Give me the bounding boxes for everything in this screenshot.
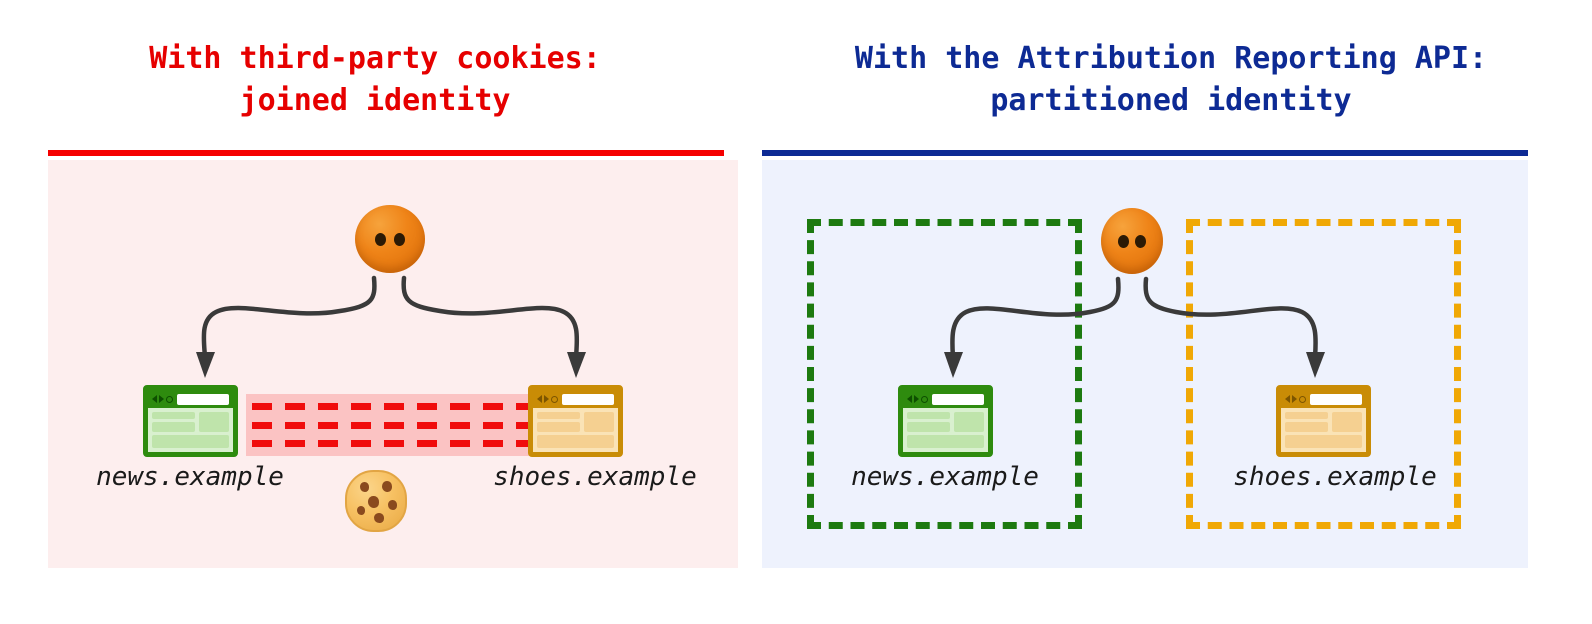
content-block (1285, 412, 1329, 419)
content-col-left (907, 412, 951, 433)
reload-icon[interactable] (551, 395, 558, 403)
content-col-left (152, 412, 196, 433)
browser-url-bar[interactable] (562, 393, 614, 405)
browser-window-shoes-partitioned[interactable] (1276, 385, 1371, 457)
content-block (537, 421, 581, 433)
content-block (1285, 421, 1329, 433)
back-arrow-icon[interactable] (152, 395, 157, 403)
browser-nav-controls (537, 395, 558, 403)
face-eye-right (394, 232, 406, 246)
reload-icon[interactable] (921, 395, 928, 403)
content-row-top (907, 412, 984, 433)
forward-arrow-icon[interactable] (544, 395, 549, 403)
panel-left-title-line1: With third-party cookies: (149, 41, 601, 76)
browser-nav-controls (1285, 395, 1306, 403)
content-col-left (537, 412, 581, 433)
browser-window-news[interactable] (143, 385, 238, 457)
browser-page-content (537, 412, 614, 448)
content-block (152, 421, 196, 433)
site-label-shoes: shoes.example (493, 462, 697, 492)
browser-url-bar[interactable] (1310, 393, 1362, 405)
cookie-icon (345, 470, 407, 532)
back-arrow-icon[interactable] (537, 395, 542, 403)
back-arrow-icon[interactable] (907, 395, 912, 403)
browser-window-news-partitioned[interactable] (898, 385, 993, 457)
browser-titlebar (533, 390, 618, 408)
site-label-news: news.example (96, 462, 284, 492)
site-label-news-partitioned: news.example (851, 462, 1039, 492)
browser-titlebar (1281, 390, 1366, 408)
shared-identity-dash-row (252, 422, 530, 429)
shared-identity-band (246, 394, 536, 456)
site-label-shoes-partitioned: shoes.example (1233, 462, 1437, 492)
cookie-chip (367, 496, 379, 509)
diagram-canvas: With third-party cookies: joined identity (0, 0, 1592, 624)
cookie-chip (387, 499, 397, 510)
content-block (954, 412, 984, 433)
content-block (584, 412, 614, 433)
face-eye-left (374, 232, 386, 246)
browser-titlebar (903, 390, 988, 408)
cookie-chip (373, 512, 384, 523)
cookie-chip (359, 482, 369, 493)
browser-url-bar[interactable] (932, 393, 984, 405)
shared-identity-dash-row (252, 440, 530, 447)
browser-page-content (152, 412, 229, 448)
reload-icon[interactable] (1299, 395, 1306, 403)
forward-arrow-icon[interactable] (159, 395, 164, 403)
content-row-top (537, 412, 614, 433)
content-block (907, 435, 984, 448)
content-col-left (1285, 412, 1329, 433)
browser-titlebar (148, 390, 233, 408)
content-row-top (1285, 412, 1362, 433)
browser-url-bar[interactable] (177, 393, 229, 405)
content-block (537, 412, 581, 419)
panel-right-title-line2: partitioned identity (990, 83, 1352, 118)
panel-right-title-line1: With the Attribution Reporting API: (854, 41, 1488, 76)
content-block (907, 412, 951, 419)
content-block (907, 421, 951, 433)
content-block (1332, 412, 1362, 433)
panel-right-divider-rule (762, 150, 1528, 156)
back-arrow-icon[interactable] (1285, 395, 1290, 403)
forward-arrow-icon[interactable] (1292, 395, 1297, 403)
shared-identity-dash-row (252, 403, 530, 410)
user-identity-face (355, 205, 425, 273)
panel-left-title: With third-party cookies: joined identity (0, 38, 750, 122)
browser-window-shoes[interactable] (528, 385, 623, 457)
panel-right-title: With the Attribution Reporting API: parti… (750, 38, 1592, 122)
content-block (537, 435, 614, 448)
reload-icon[interactable] (166, 395, 173, 403)
user-identity-face-partitioned (1101, 208, 1163, 274)
face-eye-left (1118, 235, 1130, 249)
content-block (152, 435, 229, 448)
cookie-chip (381, 481, 392, 493)
panel-left-divider-rule (48, 150, 724, 156)
browser-nav-controls (152, 395, 173, 403)
content-row-top (152, 412, 229, 433)
content-block (152, 412, 196, 419)
content-block (1285, 435, 1362, 448)
content-block (199, 412, 229, 433)
face-eye-right (1134, 235, 1146, 249)
browser-nav-controls (907, 395, 928, 403)
panel-left-title-line2: joined identity (239, 83, 511, 118)
browser-page-content (1285, 412, 1362, 448)
forward-arrow-icon[interactable] (914, 395, 919, 403)
cookie-chip (357, 505, 366, 515)
browser-page-content (907, 412, 984, 448)
